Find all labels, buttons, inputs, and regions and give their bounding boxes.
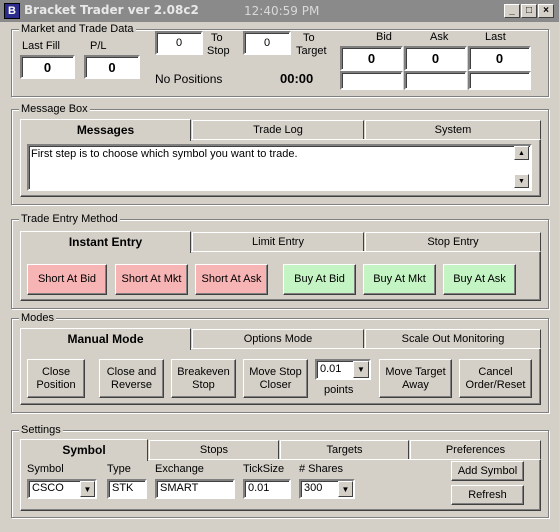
close-icon[interactable]: ×	[538, 4, 554, 18]
minimize-icon[interactable]: _	[504, 4, 520, 18]
move-target-label-2: Away	[402, 378, 429, 391]
position-timer: 00:00	[280, 71, 314, 86]
symbol-dropdown-icon[interactable]: ▼	[80, 481, 95, 497]
scroll-down-icon[interactable]: ▼	[514, 174, 529, 188]
symbol-label: Symbol	[27, 463, 64, 475]
tab-manual-mode[interactable]: Manual Mode	[20, 328, 191, 350]
type-label: Type	[107, 463, 131, 475]
cancel-label-1: Cancel	[478, 365, 513, 378]
last-size-field	[468, 71, 531, 90]
window-title: Bracket Trader ver 2.08c2	[24, 3, 199, 17]
points-dropdown-icon[interactable]: ▼	[353, 361, 369, 378]
short-at-mkt-button[interactable]: Short At Mkt	[115, 264, 188, 295]
tab-trade-log[interactable]: Trade Log	[192, 120, 364, 139]
shares-dropdown-icon[interactable]: ▼	[338, 481, 353, 497]
breakeven-label-2: Stop	[192, 378, 215, 391]
last-field: 0	[468, 46, 531, 71]
close-position-label-2: Position	[36, 378, 76, 391]
ask-size-field	[404, 71, 467, 90]
market-group-label: Market and Trade Data	[19, 23, 136, 35]
maximize-icon[interactable]: □	[521, 4, 537, 18]
exchange-field[interactable]: SMART	[155, 479, 235, 499]
clock-display: 12:40:59 PM	[244, 4, 320, 18]
cancel-label-2: Order/Reset	[465, 378, 526, 391]
move-target-label-1: Move Target	[385, 365, 446, 378]
breakeven-label-1: Breakeven	[177, 365, 230, 378]
ticksize-label: TickSize	[243, 463, 285, 475]
tab-limit-entry[interactable]: Limit Entry	[192, 232, 364, 251]
move-stop-label-2: Closer	[259, 378, 292, 391]
tab-stop-entry[interactable]: Stop Entry	[365, 232, 541, 251]
close-reverse-label-1: Close and	[106, 365, 157, 378]
exchange-label: Exchange	[155, 463, 204, 475]
tab-messages[interactable]: Messages	[20, 119, 191, 141]
add-symbol-button[interactable]: Add Symbol	[451, 461, 524, 481]
tab-preferences[interactable]: Preferences	[410, 440, 541, 459]
move-stop-closer-button[interactable]: Move Stop Closer	[243, 359, 308, 398]
to-stop-label-2: Stop	[207, 45, 230, 57]
settings-group-label: Settings	[19, 424, 63, 436]
tab-instant-entry[interactable]: Instant Entry	[20, 231, 191, 253]
last-label: Last	[485, 31, 506, 43]
close-position-button[interactable]: Close Position	[27, 359, 85, 398]
cancel-order-reset-button[interactable]: Cancel Order/Reset	[459, 359, 532, 398]
positions-status: No Positions	[155, 72, 223, 86]
to-target-field[interactable]: 0	[243, 31, 291, 55]
tab-system[interactable]: System	[365, 120, 541, 139]
tab-stops[interactable]: Stops	[149, 440, 279, 459]
ask-field: 0	[404, 46, 467, 71]
last-fill-field: 0	[20, 55, 75, 79]
last-fill-label: Last Fill	[22, 40, 60, 52]
to-target-label-2: Target	[296, 45, 327, 57]
move-stop-label-1: Move Stop	[249, 365, 302, 378]
short-at-ask-button[interactable]: Short At Ask	[195, 264, 268, 295]
pl-field: 0	[84, 55, 140, 79]
to-stop-label-1: To	[211, 32, 223, 44]
pl-label: P/L	[90, 40, 107, 52]
bid-label: Bid	[376, 31, 392, 43]
modes-group-label: Modes	[19, 312, 57, 324]
bid-field: 0	[340, 46, 403, 71]
close-position-label-1: Close	[41, 365, 71, 378]
tab-scale-out-monitoring[interactable]: Scale Out Monitoring	[365, 329, 541, 348]
refresh-button[interactable]: Refresh	[451, 485, 524, 505]
scroll-up-icon[interactable]: ▲	[514, 146, 529, 160]
ticksize-field[interactable]: 0.01	[243, 479, 291, 499]
shares-label: # Shares	[299, 463, 344, 475]
to-target-label-1: To	[303, 32, 315, 44]
ask-label: Ask	[430, 31, 449, 43]
bid-size-field	[340, 71, 403, 90]
message-group-label: Message Box	[19, 103, 90, 115]
points-label: points	[324, 384, 354, 396]
breakeven-stop-button[interactable]: Breakeven Stop	[171, 359, 236, 398]
short-at-bid-button[interactable]: Short At Bid	[27, 264, 107, 295]
type-field[interactable]: STK	[107, 479, 147, 499]
trade-entry-group-label: Trade Entry Method	[19, 213, 120, 225]
tab-options-mode[interactable]: Options Mode	[192, 329, 364, 348]
to-stop-field[interactable]: 0	[155, 31, 203, 55]
move-target-away-button[interactable]: Move Target Away	[379, 359, 452, 398]
close-reverse-label-2: Reverse	[111, 378, 152, 391]
app-icon: B	[4, 3, 20, 19]
buy-at-ask-button[interactable]: Buy At Ask	[443, 264, 516, 295]
buy-at-mkt-button[interactable]: Buy At Mkt	[363, 264, 436, 295]
message-text-area[interactable]: First step is to choose which symbol you…	[27, 144, 532, 191]
buy-at-bid-button[interactable]: Buy At Bid	[283, 264, 356, 295]
tab-symbol[interactable]: Symbol	[20, 439, 148, 461]
tab-targets[interactable]: Targets	[280, 440, 409, 459]
close-and-reverse-button[interactable]: Close and Reverse	[99, 359, 164, 398]
